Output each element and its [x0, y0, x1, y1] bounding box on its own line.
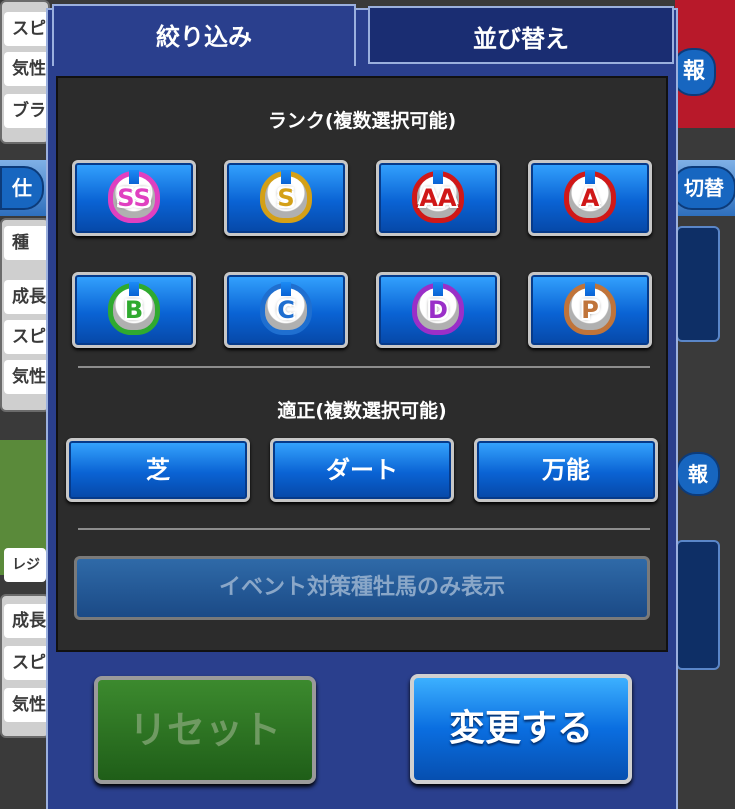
rank-letter: SS [117, 184, 151, 212]
rank-letter: AA [419, 184, 457, 212]
background-row-label: 気性 [4, 52, 52, 86]
background-row-label: 成長 [4, 604, 52, 638]
rank-button-a[interactable]: A [528, 160, 652, 236]
apply-button[interactable]: 変更する [410, 674, 632, 784]
background-row-label: レジ [4, 548, 46, 582]
background-row-label: 気性 [4, 688, 52, 722]
divider [78, 366, 650, 368]
rank-letter: A [580, 184, 600, 212]
background-row-label: スピ [4, 646, 52, 680]
background-left-pill: 仕 [0, 166, 44, 210]
background-row-label: スピ [4, 12, 52, 46]
background-row-label: 気性 [4, 360, 52, 394]
rank-button-d[interactable]: D [376, 272, 500, 348]
tab-filter[interactable]: 絞り込み [52, 4, 356, 66]
background-side-panel [676, 226, 720, 342]
tab-sort[interactable]: 並び替え [368, 6, 674, 64]
rank-button-b[interactable]: B [72, 272, 196, 348]
rank-button-aa[interactable]: AA [376, 160, 500, 236]
background-row-label: 種 [4, 226, 52, 260]
background-side-panel [676, 540, 720, 670]
rank-letter: B [124, 296, 144, 324]
aptitude-section-title: 適正(複数選択可能) [277, 400, 447, 422]
rank-section-title: ランク(複数選択可能) [267, 110, 457, 132]
rank-button-ss[interactable]: SS [72, 160, 196, 236]
filter-panel: ランク(複数選択可能) SS S AA A B C D P 適正(複数選択可能) 芝 ダート … [56, 76, 668, 652]
rank-letter: P [581, 296, 599, 324]
background-switch-button: 切替 [672, 166, 735, 210]
background-info-pill: 報 [672, 48, 716, 96]
aptitude-dirt-button[interactable]: ダート [270, 438, 454, 502]
background-row-label: 成長 [4, 280, 52, 314]
event-stallion-filter-button[interactable]: イベント対策種牡馬のみ表示 [74, 556, 650, 620]
background-info-pill: 報 [676, 452, 720, 496]
background-row-label: ブラ [4, 94, 52, 128]
rank-button-s[interactable]: S [224, 160, 348, 236]
rank-letter: D [428, 296, 448, 324]
divider [78, 528, 650, 530]
reset-button[interactable]: リセット [94, 676, 316, 784]
filter-sort-dialog: 絞り込み 並び替え ランク(複数選択可能) SS S AA A B C D P 適正(複数選択… [46, 4, 678, 809]
background-row-label: スピ [4, 320, 52, 354]
aptitude-allround-button[interactable]: 万能 [474, 438, 658, 502]
rank-button-c[interactable]: C [224, 272, 348, 348]
rank-letter: S [277, 184, 295, 212]
rank-letter: C [277, 296, 295, 324]
aptitude-turf-button[interactable]: 芝 [66, 438, 250, 502]
rank-button-p[interactable]: P [528, 272, 652, 348]
